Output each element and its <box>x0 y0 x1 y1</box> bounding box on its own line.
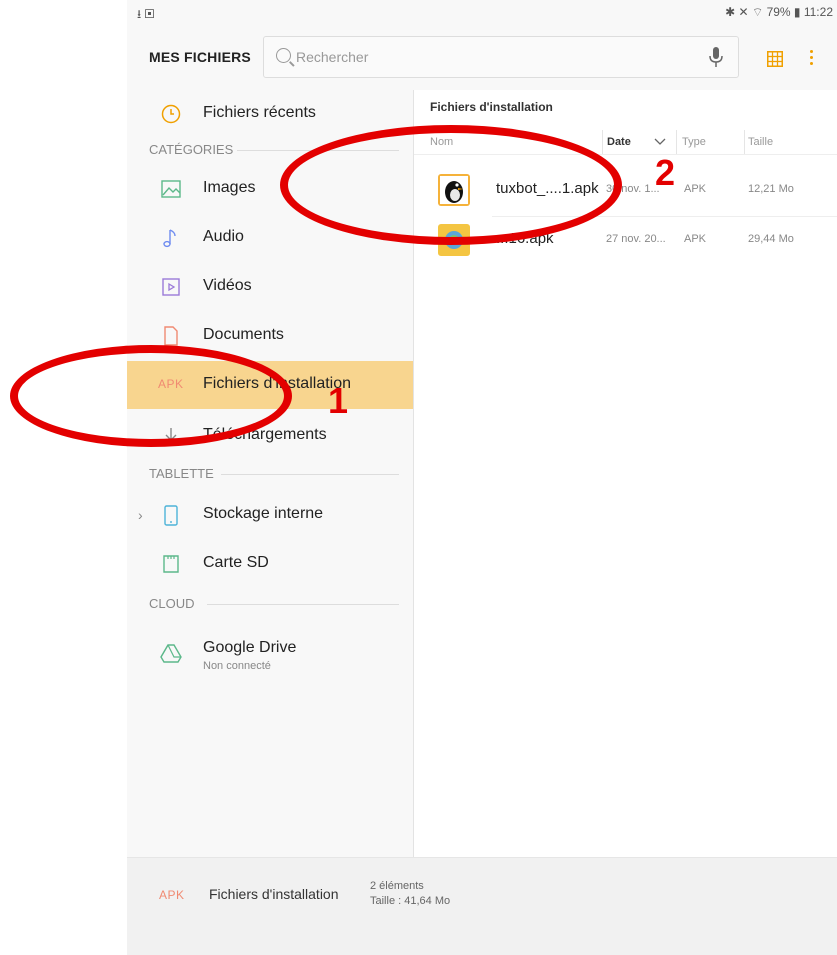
tablet-icon <box>164 505 178 526</box>
column-header-date[interactable]: Date <box>607 136 631 148</box>
sidebar-item-label: Fichiers récents <box>203 104 316 121</box>
microphone-icon[interactable] <box>708 46 724 68</box>
section-cloud: CLOUD <box>149 596 399 612</box>
status-bar-right-text: ✱ ✕ ⌔ 79% ▮ 11:22 <box>725 5 833 19</box>
column-divider <box>676 130 677 154</box>
column-header-size[interactable]: Taille <box>748 136 773 148</box>
section-divider <box>207 604 399 605</box>
search-placeholder: Rechercher <box>296 49 369 65</box>
sidebar-item-google-drive[interactable]: Google Drive Non connecté <box>127 627 413 683</box>
column-divider <box>744 130 745 154</box>
file-size: 12,21 Mo <box>748 183 794 195</box>
search-input[interactable]: Rechercher <box>263 36 739 78</box>
sidebar-item-sd-card[interactable]: Carte SD <box>127 540 413 588</box>
more-options-icon[interactable] <box>810 50 814 68</box>
video-icon <box>162 278 180 296</box>
sd-card-icon <box>163 555 179 573</box>
section-tablet: TABLETTE <box>149 466 399 482</box>
sidebar-item-label: Documents <box>203 326 284 343</box>
content-title: Fichiers d'installation <box>430 100 553 114</box>
grid-view-icon[interactable] <box>767 51 783 67</box>
column-divider <box>602 130 603 154</box>
annotation-ellipse-2 <box>280 125 622 245</box>
sidebar-item-label: Audio <box>203 228 244 245</box>
music-note-icon <box>163 229 176 248</box>
section-label: TABLETTE <box>149 466 214 481</box>
chevron-right-icon[interactable]: › <box>138 507 143 523</box>
annotation-label-1: 1 <box>328 380 349 421</box>
sidebar-item-label: Stockage interne <box>203 505 324 522</box>
status-bar: ⭳ ▣ ✱ ✕ ⌔ 79% ▮ 11:22 <box>127 0 837 26</box>
annotation-label-2: 2 <box>655 152 676 193</box>
document-icon <box>164 326 178 346</box>
sidebar-item-label: Carte SD <box>203 554 269 571</box>
footer-total-size: Taille : 41,64 Mo <box>370 895 451 907</box>
clock-icon <box>161 104 181 124</box>
image-icon <box>161 180 181 198</box>
footer-label: Fichiers d'installation <box>209 886 339 902</box>
annotation-ellipse-1 <box>10 345 292 447</box>
app-header: MES FICHIERS Rechercher <box>127 26 837 90</box>
sidebar-item-label: Google Drive <box>203 639 297 656</box>
apk-icon: APK <box>159 888 185 902</box>
app-title: MES FICHIERS <box>149 49 251 65</box>
sidebar-item-label: Images <box>203 179 256 196</box>
sidebar-item-videos[interactable]: Vidéos <box>127 263 413 311</box>
column-header-type[interactable]: Type <box>682 136 706 148</box>
footer-item-count: 2 éléments <box>370 880 424 892</box>
sidebar-item-internal-storage[interactable]: › Stockage interne <box>127 491 413 539</box>
status-bar-left-icons: ⭳ ▣ <box>137 7 155 21</box>
file-type: APK <box>684 233 707 245</box>
file-date: 27 nov. 20... <box>606 233 666 245</box>
google-drive-icon <box>160 644 182 663</box>
search-icon <box>276 48 291 63</box>
sidebar-item-label: Vidéos <box>203 277 252 294</box>
section-divider <box>221 474 399 475</box>
footer-summary: APK Fichiers d'installation 2 éléments T… <box>127 857 837 955</box>
sort-chevron-down-icon[interactable] <box>654 138 666 146</box>
section-label: CLOUD <box>149 596 195 611</box>
sidebar-item-sublabel: Non connecté <box>203 660 271 672</box>
section-label: CATÉGORIES <box>149 142 234 157</box>
sidebar-item-recent[interactable]: Fichiers récents <box>127 90 413 138</box>
file-type: APK <box>684 183 707 195</box>
file-size: 29,44 Mo <box>748 233 794 245</box>
